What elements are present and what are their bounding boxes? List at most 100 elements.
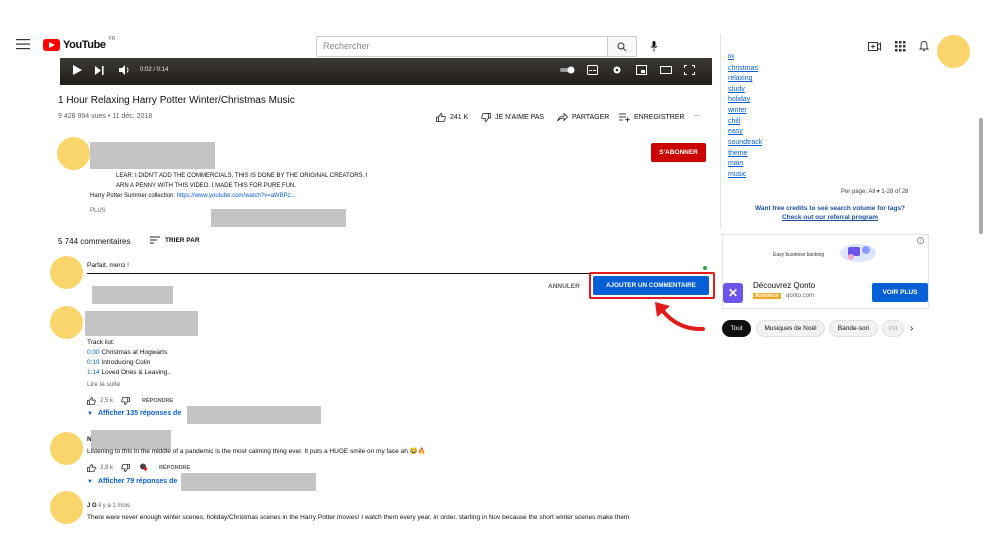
ad-info-icon[interactable]: i	[917, 237, 924, 244]
comment-actions: 2,5 k RÉPONDRE	[87, 397, 173, 405]
sidebar-divider	[720, 34, 721, 229]
create-video-icon[interactable]	[867, 39, 881, 53]
chevron-right-icon[interactable]: ›	[910, 323, 913, 334]
account-avatar[interactable]	[937, 35, 970, 68]
search-button[interactable]	[607, 36, 637, 57]
description-redacted	[211, 209, 346, 227]
track-item: 0:19 Introducing Colin	[87, 359, 151, 366]
show-more-button[interactable]: PLUS	[90, 208, 106, 214]
save-button[interactable]: ENREGISTRER	[619, 113, 685, 122]
mic-button[interactable]	[645, 37, 663, 55]
logo-country: FR	[108, 36, 116, 42]
description-link[interactable]: https://www.youtube.com/watch?v=aWBPz...	[177, 193, 296, 199]
apps-grid-icon[interactable]	[893, 39, 907, 53]
qonto-logo[interactable]: ✕	[723, 283, 743, 303]
sort-button[interactable]: TRIER PAR	[150, 236, 200, 244]
notifications-bell-icon[interactable]	[917, 39, 931, 53]
subtitles-icon[interactable]	[587, 65, 598, 75]
user-avatar	[50, 256, 83, 289]
ad-url: qonto.com	[786, 293, 815, 299]
tag-link[interactable]: holiday	[728, 96, 750, 103]
tag-link[interactable]: christmas	[728, 65, 758, 72]
tag-link[interactable]: hk	[728, 54, 734, 60]
show-replies-label: Afficher 135 réponses de	[97, 410, 182, 417]
show-replies-button[interactable]: ▼ Afficher 135 réponses de	[87, 410, 181, 417]
comment-like-count: 2,5 k	[100, 398, 114, 404]
tag-link[interactable]: study	[728, 86, 745, 93]
ad-illustration-icon	[838, 241, 878, 263]
chip-christmas-music[interactable]: Musiques de Noël	[756, 320, 825, 337]
tag-link[interactable]: chill	[728, 118, 740, 125]
menu-icon[interactable]	[16, 38, 30, 50]
description-line2: ARN A PENNY WITH THIS VIDEO. I MADE THIS…	[116, 183, 297, 189]
thumbs-down-icon	[121, 463, 130, 472]
tag-link[interactable]: theme	[728, 150, 747, 157]
cancel-button[interactable]: ANNULER	[548, 283, 580, 290]
referral-link[interactable]: Check out our referral program	[735, 214, 925, 221]
next-icon[interactable]	[95, 66, 104, 75]
commenter-name-redacted	[85, 311, 198, 336]
comment-author-line: J G il y a 1 mois	[87, 503, 130, 509]
thumbs-up-icon	[436, 113, 446, 122]
comment-like-count: 3,9 k	[100, 464, 114, 471]
volume-icon[interactable]	[119, 65, 130, 75]
input-indicator-dot	[703, 266, 707, 270]
see-more-button[interactable]: VOIR PLUS	[872, 283, 928, 302]
commenter-avatar[interactable]	[50, 306, 83, 339]
channel-name-redacted	[90, 142, 215, 169]
caret-down-icon: ▼	[87, 410, 93, 417]
commenter-avatar[interactable]	[50, 491, 83, 524]
tag-link[interactable]: music	[728, 171, 746, 178]
reply-button[interactable]: RÉPONDRE	[159, 465, 190, 471]
read-more-button[interactable]: Lire la suite	[87, 381, 120, 388]
like-button[interactable]: 241 K	[436, 113, 468, 122]
tag-link[interactable]: soundtrack	[728, 139, 762, 146]
dislike-button[interactable]: JE N'AIME PAS	[481, 113, 544, 122]
creator-heart-icon	[140, 463, 148, 472]
show-replies-button[interactable]: ▼ Afficher 79 réponses de	[87, 478, 177, 485]
chip-all[interactable]: Tout	[722, 320, 751, 337]
description-line3: Harry Potter Summer collection: https://…	[90, 193, 296, 199]
settings-gear-icon[interactable]	[612, 65, 622, 75]
miniplayer-icon[interactable]	[636, 65, 647, 75]
tag-link[interactable]: relaxing	[728, 75, 753, 82]
save-label: ENREGISTRER	[634, 114, 685, 121]
share-button[interactable]: PARTAGER	[557, 113, 609, 122]
tag-link[interactable]: main	[728, 160, 743, 167]
chip-partial[interactable]: Vid	[882, 320, 904, 337]
youtube-logo[interactable]: YouTube FR	[43, 36, 116, 52]
tag-link[interactable]: easy	[728, 128, 743, 135]
comment-text: Track list:	[87, 339, 115, 346]
redacted-block	[187, 406, 321, 424]
more-actions-button[interactable]: ...	[694, 111, 700, 118]
autoplay-toggle-icon[interactable]	[560, 66, 576, 74]
play-icon[interactable]	[73, 65, 82, 75]
scrollbar-thumb[interactable]	[979, 118, 983, 234]
comment-input[interactable]: Parfait, merci !	[87, 262, 129, 269]
share-icon	[557, 113, 568, 122]
subscribe-button[interactable]: S'ABONNER	[651, 143, 706, 162]
thumbs-down-icon	[481, 113, 491, 122]
commenter-name[interactable]: J G	[87, 503, 97, 509]
comment-text: There were never enough winter scenes, h…	[87, 514, 630, 521]
ad-title[interactable]: Découvrez Qonto	[753, 281, 815, 290]
ad-banner-text: Easy business banking	[773, 252, 825, 258]
theater-mode-icon[interactable]	[660, 65, 672, 75]
share-label: PARTAGER	[572, 114, 610, 121]
reply-button[interactable]: RÉPONDRE	[142, 398, 173, 404]
commenter-avatar[interactable]	[50, 432, 83, 465]
pagination-info[interactable]: Per page: All ▾ 1-28 of 28	[841, 188, 908, 195]
add-comment-button[interactable]: AJOUTER UN COMMENTAIRE	[593, 276, 709, 295]
annotation-arrow-icon	[648, 296, 708, 336]
fullscreen-icon[interactable]	[684, 65, 695, 75]
ad-badge: Annonce	[753, 293, 781, 299]
thumbs-down-icon	[121, 397, 130, 405]
description-line1: LEAR: I DIDN'T ADD THE COMMERCIALS, THIS…	[116, 173, 368, 179]
thumbs-up-icon	[87, 463, 96, 472]
tag-link[interactable]: winter	[728, 107, 747, 114]
chip-soundtrack[interactable]: Bande-son	[829, 320, 878, 337]
sort-icon	[150, 236, 160, 244]
channel-avatar[interactable]	[57, 137, 90, 170]
time-display: 0:02 / 0:14	[140, 67, 169, 73]
search-input[interactable]: Rechercher	[316, 36, 608, 57]
